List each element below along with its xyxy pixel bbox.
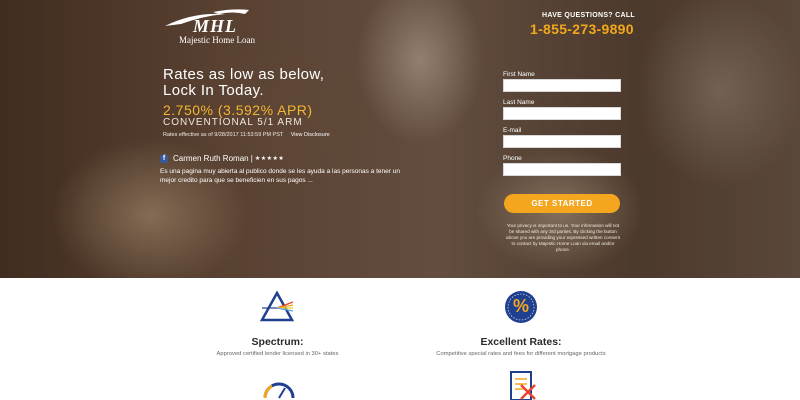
rate-effective-note: Rates effective as of 9/28/2017 11:53:59… [163,132,330,138]
logo-mark: MHL [193,16,238,36]
email-label: E-mail [503,127,522,134]
document-denied-icon [506,368,540,400]
percent-badge-text: % [512,296,529,316]
hero-headline: Rates as low as below, Lock In Today. [163,67,383,99]
features-section: Spectrum: Approved certified lender lice… [0,278,800,400]
review-author: Carmen Ruth Roman | [173,154,253,163]
phone-label: Phone [503,155,522,162]
spectrum-desc: Approved certified lender licensed in 30… [216,351,339,357]
rates-desc: Competitive special rates and fees for d… [436,351,606,357]
email-field[interactable] [503,135,621,148]
review-text: Es una pagina muy abierta al publico don… [160,168,400,184]
questions-label: HAVE QUESTIONS? CALL [542,12,635,19]
star-rating: ★★★★★ [254,156,285,162]
view-disclosure-link[interactable]: View Disclosure [291,132,330,138]
hero-banner: MHL Majestic Home Loan Rates as low as b… [0,0,800,278]
logo-name: Majestic Home Loan [179,35,255,45]
last-name-field[interactable] [503,107,621,120]
get-started-button[interactable]: GET STARTED [504,194,620,213]
lead-form: First Name Last Name E-mail Phone [503,70,621,182]
logo[interactable]: MHL Majestic Home Loan [163,8,263,45]
privacy-notice: Your privacy is important to us. Your in… [506,223,620,252]
first-name-field[interactable] [503,79,621,92]
headline-line-2: Lock In Today. [163,82,264,99]
rates-feature: Excellent Rates: Competitive special rat… [420,336,622,357]
spectrum-title: Spectrum: [251,336,304,348]
prism-icon [259,290,295,328]
phone-link[interactable]: 1-855-273-9890 [530,21,634,37]
last-name-label: Last Name [503,99,535,106]
headline-line-1: Rates as low as below, [163,66,325,83]
hero-background-photo [0,0,800,278]
rate-value: 2.750% (3.592% APR) [163,102,313,118]
review-header: f Carmen Ruth Roman | ★★★★★ [160,154,284,163]
facebook-icon: f [160,154,168,163]
effective-date-text: Rates effective as of 9/28/2017 11:53:59… [163,132,284,138]
rates-title: Excellent Rates: [480,336,562,348]
first-name-label: First Name [503,71,535,78]
loan-product: CONVENTIONAL 5/1 ARM [163,117,303,128]
percent-badge-icon: % [504,290,538,329]
spectrum-feature: Spectrum: Approved certified lender lice… [200,336,355,357]
phone-field[interactable] [503,163,621,176]
gauge-icon [262,374,296,400]
